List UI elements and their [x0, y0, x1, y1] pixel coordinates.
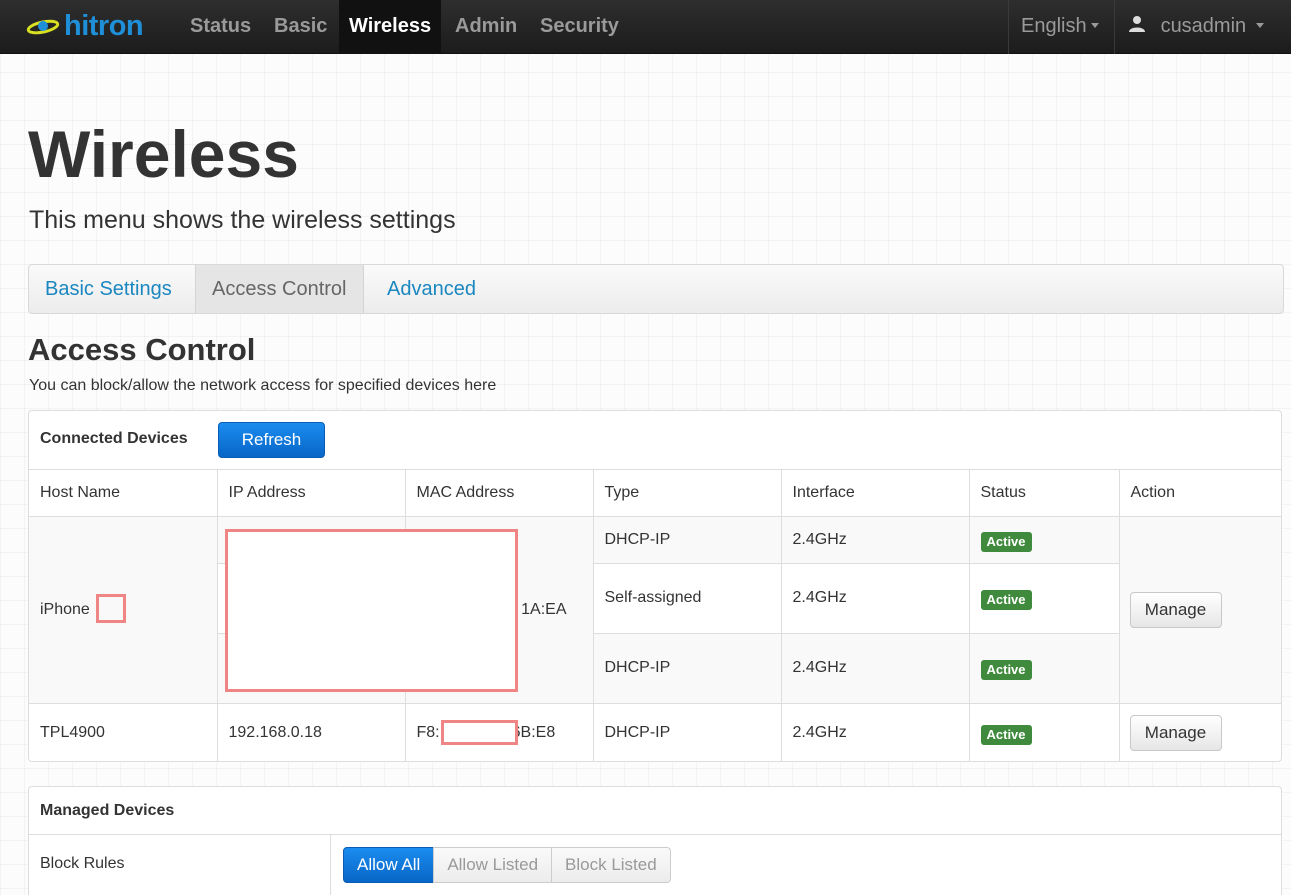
user-dropdown[interactable]: cusadmin: [1114, 0, 1291, 54]
type-cell: DHCP-IP: [592, 515, 782, 564]
chevron-down-icon: [1090, 23, 1099, 29]
page-subtitle: This menu shows the wireless settings: [29, 206, 456, 234]
mac-address-start: F8:: [416, 723, 440, 741]
hitron-logo[interactable]: hitron: [26, 8, 144, 44]
managed-devices-panel: Managed Devices Block Rules Allow All Al…: [28, 786, 1282, 895]
table-row: iPhone 1A:EA DHCP-IP 2.4GHz Active Manag…: [29, 515, 1281, 704]
connected-devices-panel: Connected Devices Refresh Host Name IP A…: [28, 410, 1282, 762]
redaction-box: [225, 529, 518, 692]
manage-button[interactable]: Manage: [1129, 714, 1222, 751]
language-dropdown[interactable]: English: [1008, 0, 1114, 54]
column-header: Type: [592, 470, 782, 517]
tab-access-control[interactable]: Access Control: [195, 265, 364, 313]
chevron-down-icon: [1256, 23, 1265, 29]
username-label: cusadmin: [1160, 15, 1247, 37]
mac-address-end: 6B:E8: [511, 723, 556, 741]
page-title: Wireless: [28, 117, 299, 191]
status-cell: Active: [968, 562, 1119, 634]
type-cell: DHCP-IP: [592, 632, 782, 704]
devices-table: Host Name IP Address MAC Address Type In…: [29, 470, 1281, 761]
interface-cell: 2.4GHz: [780, 515, 970, 564]
nav-basic[interactable]: Basic: [264, 0, 337, 54]
status-badge: Active: [980, 724, 1032, 745]
nav-status[interactable]: Status: [180, 0, 261, 54]
column-header: IP Address: [216, 470, 406, 517]
ip-cell: 192.168.0.18: [216, 702, 406, 761]
status-badge: Active: [980, 531, 1032, 552]
redaction-box: [441, 720, 518, 745]
managed-devices-title: Managed Devices: [40, 802, 175, 819]
host-name-cell: TPL4900: [29, 702, 218, 761]
column-header: Status: [968, 470, 1120, 517]
section-title: Access Control: [28, 332, 256, 367]
status-cell: Active: [968, 515, 1120, 564]
table-header-row: Host Name IP Address MAC Address Type In…: [29, 470, 1281, 517]
block-listed-button[interactable]: Block Listed: [551, 847, 671, 883]
nav-admin[interactable]: Admin: [445, 0, 527, 54]
allow-all-button[interactable]: Allow All: [343, 847, 435, 883]
status-badge: Active: [980, 660, 1032, 680]
column-header: MAC Address: [404, 470, 594, 517]
manage-button[interactable]: Manage: [1129, 591, 1222, 628]
column-header: Host Name: [29, 470, 218, 517]
refresh-button[interactable]: Refresh: [218, 422, 325, 458]
allow-listed-button[interactable]: Allow Listed: [433, 847, 553, 883]
interface-cell: 2.4GHz: [780, 632, 970, 704]
table-row: DHCP-IP 2.4GHz Active: [29, 632, 1281, 704]
action-cell: Manage: [1118, 515, 1281, 704]
language-label: English: [1021, 15, 1087, 37]
block-rules-row: Allow All Allow Listed Block Listed: [29, 835, 1281, 895]
status-cell: Active: [968, 702, 1120, 761]
section-subtitle: You can block/allow the network access f…: [29, 377, 497, 394]
column-header: Interface: [780, 470, 970, 517]
status-cell: Active: [968, 632, 1119, 704]
nav-security[interactable]: Security: [530, 0, 629, 54]
interface-cell: 2.4GHz: [780, 702, 970, 761]
hitron-swoosh-icon: [26, 19, 60, 35]
panel-header: Connected Devices Refresh: [29, 411, 1281, 470]
table-row: Self-assigned 2.4GHz Active: [29, 562, 1281, 634]
type-cell: Self-assigned: [592, 562, 782, 634]
host-name: iPhone: [40, 600, 90, 618]
connected-devices-title: Connected Devices: [40, 430, 188, 447]
user-icon: [1129, 16, 1145, 32]
table-row: TPL4900 192.168.0.18 F8: 6B:E8 DHCP-IP 2.…: [29, 702, 1281, 761]
tab-advanced[interactable]: Advanced: [371, 265, 492, 313]
logo-text: hitron: [64, 9, 144, 42]
mac-address: 1A:EA: [521, 600, 567, 618]
panel-header: Managed Devices: [29, 787, 1281, 835]
type-cell: DHCP-IP: [592, 702, 782, 761]
top-navbar: hitron Status Basic Wireless Admin Secur…: [0, 0, 1291, 54]
tab-basic-settings[interactable]: Basic Settings: [29, 265, 188, 313]
column-header: Action: [1118, 470, 1281, 517]
nav-wireless[interactable]: Wireless: [339, 0, 442, 54]
action-cell: Manage: [1118, 702, 1281, 761]
settings-tabs: Basic Settings Access Control Advanced: [28, 264, 1284, 314]
interface-cell: 2.4GHz: [780, 562, 970, 634]
block-rules-button-group: Allow All Allow Listed Block Listed: [343, 847, 671, 883]
status-badge: Active: [980, 590, 1032, 610]
redaction-box: [96, 594, 126, 623]
